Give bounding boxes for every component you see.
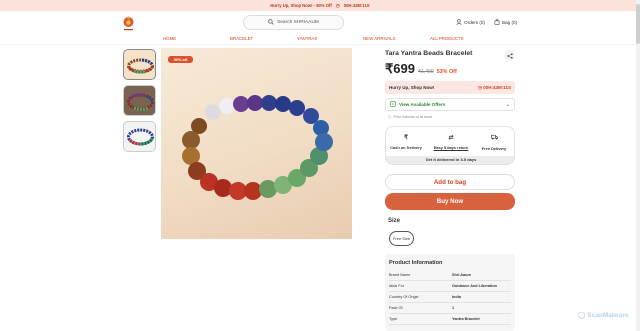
delivery-info-card: ₹ Cash on Delivery ⇄ Easy 5 days return … xyxy=(385,126,515,165)
search-icon xyxy=(268,18,274,27)
shield-icon: ◯ xyxy=(578,312,586,319)
price-row: ₹699 ₹1,499 53% Off xyxy=(385,61,457,77)
cod-label: Cash on Delivery xyxy=(390,145,422,150)
info-value: Guidance And Liberation xyxy=(452,284,498,288)
discount-percent: 53% Off xyxy=(436,69,457,75)
return-label: Easy 5 days return xyxy=(433,145,469,150)
rupee-icon: ₹ xyxy=(404,135,408,141)
offers-dropdown[interactable]: View Available Offers ⌄ xyxy=(385,98,515,111)
nav-divider xyxy=(0,44,640,45)
info-value: Yantra Bracelet xyxy=(452,317,480,321)
info-value: Shri Aaum xyxy=(452,273,471,277)
page-scrollbar[interactable] xyxy=(636,0,640,331)
info-key: Country Of Origin xyxy=(389,295,419,299)
bag-label: Bag (0) xyxy=(502,20,518,25)
orders-label: Orders (0) xyxy=(464,20,485,25)
offer-tag-icon xyxy=(390,101,396,108)
brand-logo[interactable] xyxy=(122,15,135,33)
hurry-timer-text: 00H:43M:11S xyxy=(483,85,511,90)
scrollbar-thumb[interactable] xyxy=(636,4,640,44)
nav-item-yantras[interactable]: YANTRAS xyxy=(297,36,317,41)
nav-item-bracelet[interactable]: BRACELET xyxy=(230,36,253,41)
discount-badge: 50% off xyxy=(168,56,193,63)
free-delivery-label: Free Delivery xyxy=(481,146,507,151)
bracelet-front-beads xyxy=(182,131,333,200)
search-placeholder: Search SHRIAAUM xyxy=(277,20,319,25)
nav-item-home[interactable]: HOME xyxy=(163,36,176,41)
bag-link[interactable]: Bag (0) xyxy=(494,19,517,26)
return-info[interactable]: ⇄ Easy 5 days return xyxy=(431,134,471,150)
product-info-heading: Product Information xyxy=(389,260,443,266)
original-price: ₹1,499 xyxy=(417,69,434,75)
info-value: India xyxy=(452,295,461,299)
search-bar[interactable]: Search SHRIAAUM xyxy=(243,15,344,30)
info-key: Ideal For xyxy=(389,284,404,288)
product-main-image[interactable] xyxy=(161,48,352,239)
free-delivery-info: Free Delivery xyxy=(474,134,514,151)
nav-item-new-arrivals[interactable]: NEW ARRIVALS xyxy=(363,36,396,41)
info-value: 1 xyxy=(452,306,455,310)
hurry-banner: Hurry Up, Shop Now! ◷ 00H:43M:11S xyxy=(385,81,515,94)
row-divider xyxy=(389,291,511,292)
truck-icon xyxy=(474,134,514,142)
return-icon: ⇄ xyxy=(448,135,454,141)
info-icon: ⓘ xyxy=(388,115,392,119)
announcement-timer: 00H:43M:11S xyxy=(343,3,370,8)
add-to-bag-button[interactable]: Add to bag xyxy=(385,174,515,190)
cod-info: ₹ Cash on Delivery xyxy=(386,134,426,150)
product-title: Tara Yantra Beads Bracelet xyxy=(385,50,473,57)
orders-link[interactable]: Orders (0) xyxy=(456,19,485,26)
tax-note: ⓘ Price inclusive of all taxes xyxy=(388,114,433,120)
product-info-table: Product Information Brand Name Shri Aaum… xyxy=(385,254,515,331)
thumbnail-3[interactable] xyxy=(123,121,156,152)
buy-now-button[interactable]: Buy Now xyxy=(385,193,515,210)
offers-label: View Available Offers xyxy=(399,102,446,107)
info-key: Pack Of xyxy=(389,306,403,310)
sale-price: ₹699 xyxy=(385,61,415,76)
delivery-eta: Get it delivered in 3-5 days xyxy=(386,156,514,164)
thumbnail-2[interactable] xyxy=(123,85,156,116)
row-divider xyxy=(389,302,511,303)
nav-item-all-products[interactable]: ALL PRODUCTS xyxy=(430,36,464,41)
info-key: Brand Name xyxy=(389,273,411,277)
scanmalware-watermark: ◯ ScanMalware xyxy=(578,311,629,320)
tax-note-text: Price inclusive of all taxes xyxy=(393,114,433,119)
announcement-bar: Hurry Up, Shop Now! - 60% Off ◷ 00H:43M:… xyxy=(0,0,640,11)
share-icon[interactable] xyxy=(504,50,515,61)
hurry-label: Hurry Up, Shop Now! xyxy=(389,85,435,90)
row-divider xyxy=(389,280,511,281)
announcement-text: Hurry Up, Shop Now! - 60% Off xyxy=(270,3,332,8)
user-icon xyxy=(456,19,462,26)
row-divider xyxy=(389,324,511,325)
hurry-timer: ◷ 00H:43M:11S xyxy=(478,85,511,90)
row-divider xyxy=(389,313,511,314)
size-heading: Size xyxy=(388,218,401,224)
chevron-down-icon: ⌄ xyxy=(505,101,510,108)
bracelet-back-beads xyxy=(191,95,329,136)
clock-icon: ◷ xyxy=(335,2,340,8)
info-key: Type xyxy=(389,317,398,321)
thumbnail-1[interactable] xyxy=(123,49,156,80)
size-option-free[interactable]: Free Size xyxy=(389,231,414,246)
site-header: Search SHRIAAUM Orders (0) Bag (0) xyxy=(0,11,640,33)
watermark-text: ScanMalware xyxy=(587,311,629,319)
bag-icon xyxy=(494,19,500,26)
